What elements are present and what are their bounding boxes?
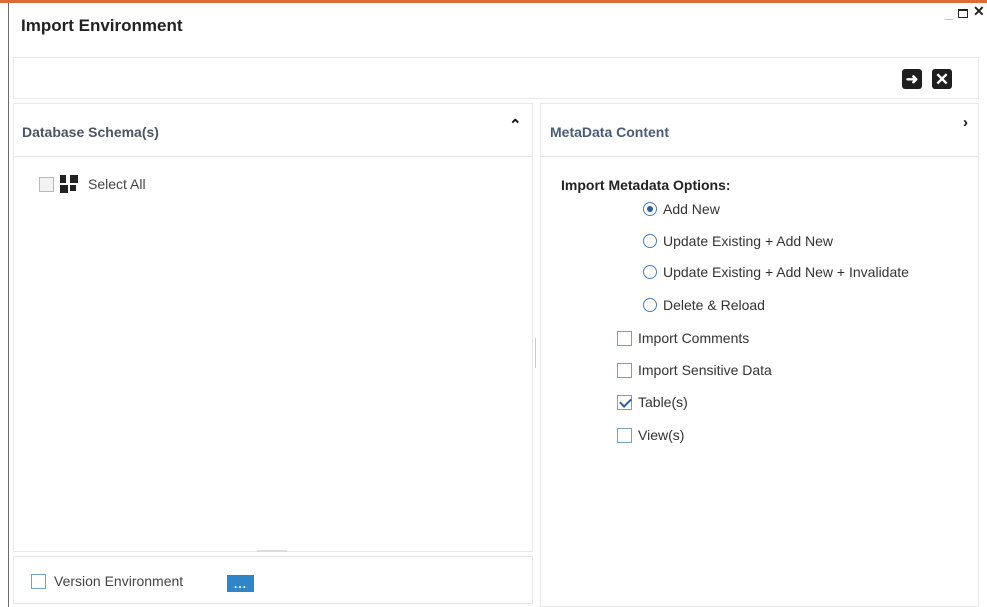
- collapse-chevron-up-icon[interactable]: ⌃: [509, 116, 522, 134]
- minimize-icon[interactable]: _: [945, 5, 953, 19]
- radio-label: Update Existing + Add New + Invalidate: [663, 264, 909, 280]
- close-window-icon[interactable]: ✕: [973, 4, 985, 18]
- database-schema-panel: Database Schema(s) ⌃ Select All: [13, 103, 533, 552]
- version-environment-label: Version Environment: [54, 573, 184, 589]
- checkbox-label: Import Sensitive Data: [638, 362, 772, 378]
- version-environment-checkbox[interactable]: [31, 574, 46, 589]
- close-button[interactable]: ✕: [932, 69, 952, 89]
- radio-update-existing-invalidate[interactable]: Update Existing + Add New + Invalidate: [643, 264, 909, 280]
- checkbox-label: View(s): [638, 427, 685, 443]
- schema-panel-header: Database Schema(s) ⌃: [14, 104, 532, 157]
- close-icon: ✕: [934, 69, 950, 89]
- radio-delete-reload-button[interactable]: [643, 298, 657, 312]
- next-button[interactable]: ➜: [902, 69, 922, 89]
- schema-grid-icon: [60, 175, 78, 193]
- version-options-button[interactable]: ...: [227, 575, 254, 592]
- checkbox-import-comments[interactable]: Import Comments: [617, 330, 749, 346]
- select-all-row[interactable]: Select All: [39, 175, 146, 193]
- metadata-panel-title: MetaData Content: [550, 124, 670, 140]
- radio-label: Delete & Reload: [663, 297, 765, 313]
- radio-delete-reload[interactable]: Delete & Reload: [643, 297, 765, 313]
- checkbox-views[interactable]: View(s): [617, 427, 684, 443]
- checkbox-label: Import Comments: [638, 330, 750, 346]
- views-checkbox[interactable]: [617, 427, 632, 443]
- arrow-right-icon: ➜: [905, 70, 919, 88]
- import-comments-checkbox[interactable]: [617, 330, 632, 346]
- window-title: Import Environment: [21, 16, 183, 35]
- import-sensitive-data-checkbox[interactable]: [617, 362, 632, 378]
- radio-update-existing-add-new-button[interactable]: [643, 234, 657, 248]
- radio-label: Update Existing + Add New: [663, 233, 834, 249]
- maximize-icon[interactable]: [958, 9, 968, 18]
- toolbar: ➜ ✕: [13, 57, 979, 99]
- panel-splitter[interactable]: [535, 338, 536, 368]
- radio-add-new[interactable]: Add New: [643, 201, 720, 217]
- checkbox-tables[interactable]: Table(s): [617, 394, 688, 410]
- tables-checkbox[interactable]: [617, 394, 632, 410]
- select-all-label: Select All: [88, 176, 146, 192]
- checkbox-label: Table(s): [638, 394, 688, 410]
- radio-update-existing-add-new[interactable]: Update Existing + Add New: [643, 233, 833, 249]
- select-all-checkbox[interactable]: [39, 176, 54, 192]
- import-metadata-options-title: Import Metadata Options:: [561, 177, 731, 193]
- metadata-panel-header: MetaData Content ›: [541, 104, 978, 157]
- checkbox-import-sensitive-data[interactable]: Import Sensitive Data: [617, 362, 772, 378]
- expand-chevron-right-icon[interactable]: ›: [963, 114, 968, 131]
- version-environment-bar: Version Environment ...: [13, 556, 533, 604]
- schema-panel-title: Database Schema(s): [22, 124, 159, 140]
- radio-add-new-button[interactable]: [643, 202, 657, 216]
- radio-update-existing-invalidate-button[interactable]: [643, 265, 657, 279]
- radio-label: Add New: [663, 201, 720, 217]
- resize-handle[interactable]: [257, 550, 287, 552]
